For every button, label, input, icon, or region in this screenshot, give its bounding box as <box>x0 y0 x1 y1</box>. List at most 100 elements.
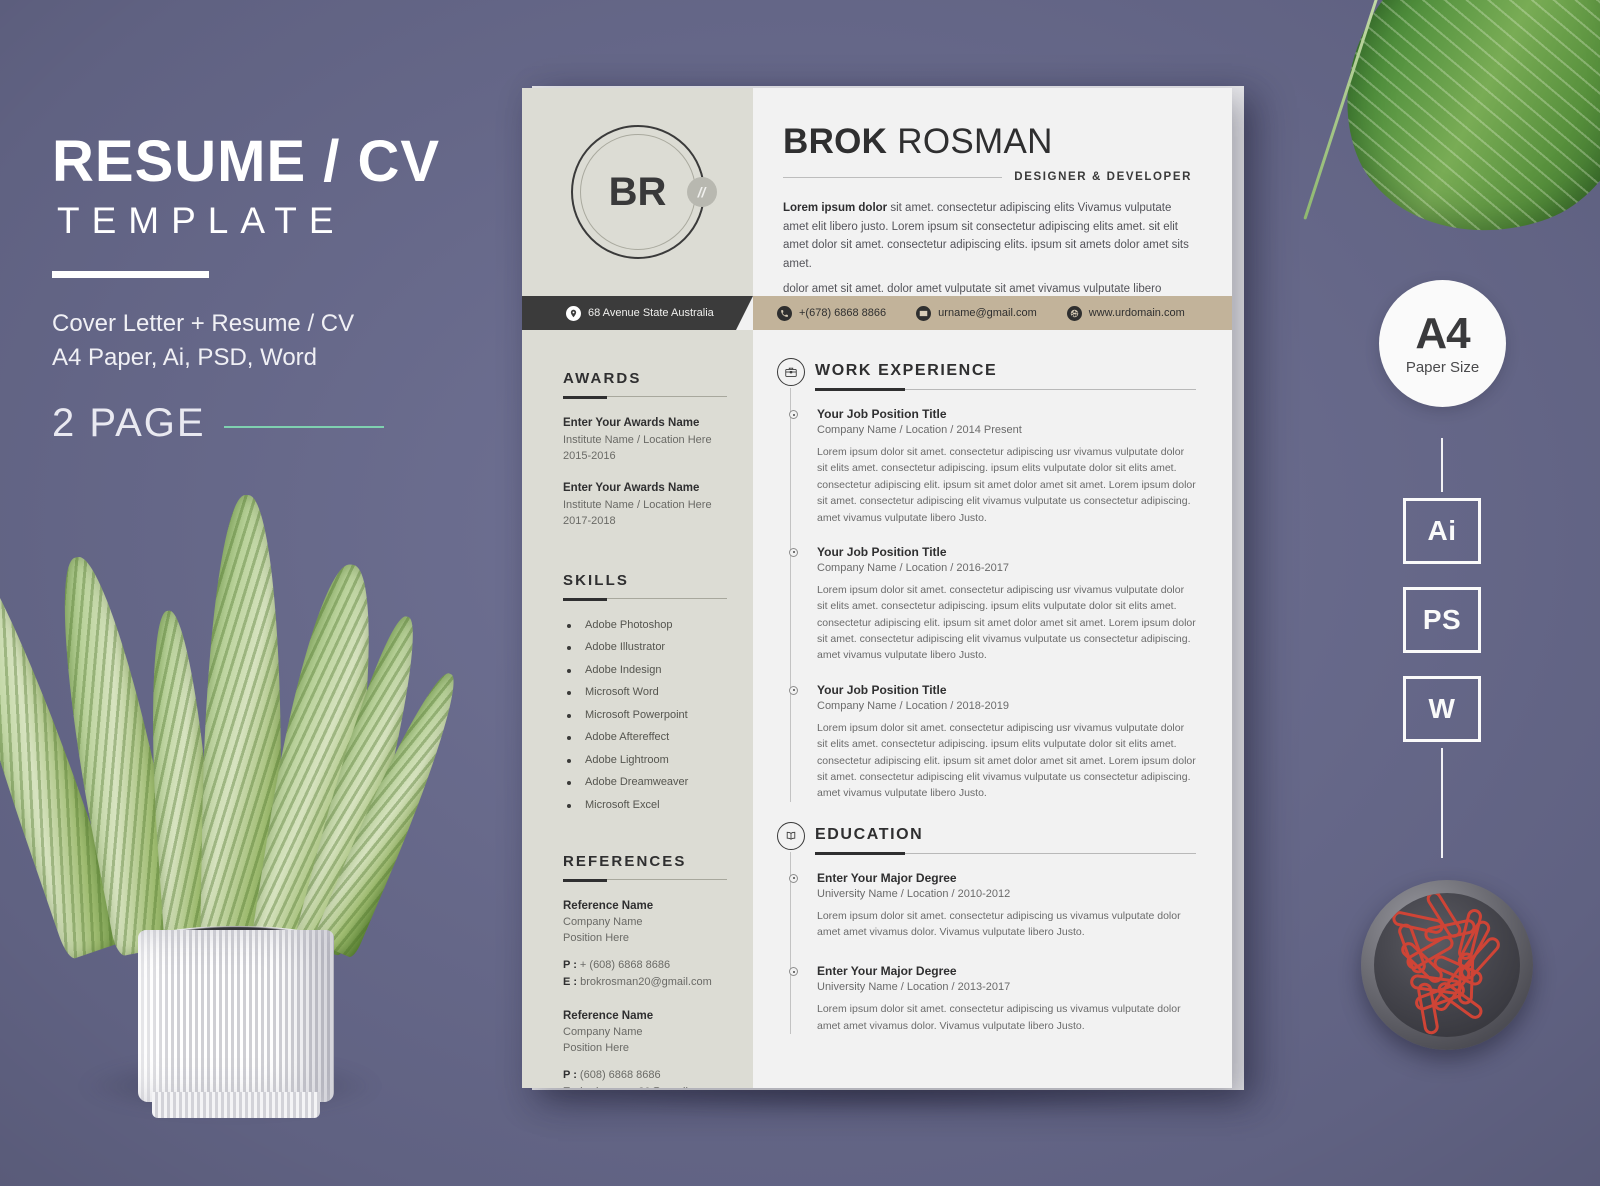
reference-position: Position Here <box>563 1042 630 1055</box>
reference-item: Reference Name Company Name Position Her… <box>563 1010 727 1088</box>
contact-email-item[interactable]: urname@gmail.com <box>916 305 1037 321</box>
candidate-last-name: ROSMAN <box>897 122 1053 161</box>
reference-phone: + (608) 6868 8686 <box>579 959 671 972</box>
resume-sidebar: AWARDS Enter Your Awards Name Institute … <box>522 330 753 1088</box>
role-row: DESIGNER & DEVELOPER <box>783 171 1192 183</box>
list-item: Adobe Photoshop <box>563 619 727 642</box>
contact-phone: +(678) 6868 8866 <box>799 307 887 319</box>
list-item: Adobe Illustrator <box>563 641 727 664</box>
references-heading: REFERENCES <box>563 853 687 871</box>
paperclip-bowl-image <box>1361 880 1533 1050</box>
reference-name: Reference Name <box>563 1010 654 1023</box>
work-entry-body: Lorem ipsum dolor sit amet. consectetur … <box>817 721 1196 800</box>
resume-body: AWARDS Enter Your Awards Name Institute … <box>522 330 1232 1088</box>
reference-company: Company Name <box>563 916 643 929</box>
reference-email-label: E : <box>563 975 578 988</box>
reference-email-label: E : <box>563 1086 577 1089</box>
reference-contact: P : (608) 6868 8686 E : brokrosman20@gma… <box>563 1067 727 1088</box>
work-heading-divider <box>815 388 1196 391</box>
timeline-dot-icon <box>789 967 798 977</box>
education-entry: Enter Your Major Degree University Name … <box>789 964 1196 1034</box>
work-entry: Your Job Position Title Company Name / L… <box>789 682 1196 802</box>
education-heading-row: EDUCATION <box>815 826 1196 844</box>
reference-contact: P : + (608) 6868 8686 E : brokrosman20@g… <box>563 957 727 990</box>
reference-company: Company Name <box>563 1026 643 1039</box>
work-entry-title: Your Job Position Title <box>817 544 947 559</box>
contact-website-item[interactable]: www.urdomain.com <box>1066 305 1185 321</box>
page-subtitle: TEMPLATE <box>57 200 346 242</box>
work-entry-meta: Company Name / Location / 2014 Present <box>817 424 1022 436</box>
skills-heading: SKILLS <box>563 571 629 589</box>
education-entry-meta: University Name / Location / 2013-2017 <box>817 981 1011 994</box>
education-entry-body: Lorem ipsum dolor sit amet. consectetur … <box>817 909 1181 938</box>
monogram: BR // <box>570 125 717 259</box>
work-entry-body: Lorem ipsum dolor sit amet. consectetur … <box>817 583 1196 662</box>
work-heading-row: WORK EXPERIENCE <box>815 362 1196 380</box>
reference-name: Reference Name <box>563 900 654 913</box>
award-institute: Institute Name / Location Here <box>563 498 712 511</box>
work-entry-meta: Company Name / Location / 2018-2019 <box>817 699 1010 712</box>
page-title: RESUME / CV <box>52 129 441 194</box>
contact-website: www.urdomain.com <box>1088 307 1185 319</box>
list-item: Adobe Dreamweaver <box>563 776 727 799</box>
education-heading: EDUCATION <box>815 825 924 843</box>
timeline-dot-icon <box>789 873 798 883</box>
work-entry-body: Lorem ipsum dolor sit amet. consectetur … <box>817 446 1196 524</box>
reference-phone-label: P : <box>563 1069 577 1081</box>
badge-connector-line-bottom <box>1441 748 1443 858</box>
list-item: Adobe Aftereffect <box>563 731 727 754</box>
work-entry: Your Job Position Title Company Name / L… <box>789 544 1196 664</box>
work-entry-title: Your Job Position Title <box>817 407 947 421</box>
skills-list: Adobe Photoshop Adobe Illustrator Adobe … <box>563 619 727 822</box>
contact-phone-item[interactable]: +(678) 6868 8866 <box>777 305 887 321</box>
reference-email: brokrosman20@gmail.com <box>580 975 712 988</box>
promo-description-line1: Cover Letter + Resume / CV <box>52 310 355 338</box>
summary-lead: Lorem ipsum dolor <box>783 202 888 214</box>
format-badge-word: W <box>1403 676 1481 742</box>
reference-phone: (608) 6868 8686 <box>579 1069 661 1081</box>
contact-address: 68 Avenue State Australia <box>588 307 714 319</box>
references-heading-divider <box>563 879 727 883</box>
list-item: Adobe Indesign <box>563 664 727 687</box>
list-item: Microsoft Powerpoint <box>563 709 727 732</box>
contact-address-block: 68 Avenue State Australia <box>522 296 753 330</box>
identity-panel: BROK ROSMAN DESIGNER & DEVELOPER Lorem i… <box>753 88 1232 313</box>
resume-header: BR // BROK ROSMAN DESIGNER & DEVELOPER L… <box>522 88 1232 313</box>
education-section: EDUCATION Enter Your Major Degree Univer… <box>777 821 1196 1035</box>
monogram-initials: BR <box>608 169 667 214</box>
list-item: Microsoft Excel <box>563 799 727 822</box>
resume-page-1: BR // BROK ROSMAN DESIGNER & DEVELOPER L… <box>522 88 1232 1088</box>
skills-heading-divider <box>563 597 727 601</box>
contact-bar: 68 Avenue State Australia +(678) 6868 88… <box>522 296 1232 330</box>
work-heading: WORK EXPERIENCE <box>815 362 998 379</box>
award-years: 2017-2018 <box>563 514 616 527</box>
briefcase-icon <box>777 358 805 386</box>
candidate-role: DESIGNER & DEVELOPER <box>1014 171 1192 183</box>
snake-plant-image <box>0 440 472 1120</box>
award-name: Enter Your Awards Name <box>563 481 700 494</box>
page-count-row: 2 PAGE <box>52 401 522 446</box>
format-badge-ai: Ai <box>1403 498 1481 564</box>
reference-position: Position Here <box>563 932 630 945</box>
work-entry-title: Your Job Position Title <box>817 682 947 697</box>
resume-document-stack: BR // BROK ROSMAN DESIGNER & DEVELOPER L… <box>522 86 1244 1090</box>
award-item: Enter Your Awards Name Institute Name / … <box>563 482 727 530</box>
reference-item: Reference Name Company Name Position Her… <box>563 900 727 990</box>
candidate-name: BROK ROSMAN <box>783 124 1192 159</box>
award-years: 2015-2016 <box>563 449 616 462</box>
promo-description: Cover Letter + Resume / CV A4 Paper, Ai,… <box>52 307 522 375</box>
reference-email: brokrosman20@gmail.com <box>580 1086 712 1089</box>
education-entry: Enter Your Major Degree University Name … <box>789 870 1196 941</box>
resume-main-column: WORK EXPERIENCE Your Job Position Title … <box>753 330 1232 1088</box>
award-item: Enter Your Awards Name Institute Name / … <box>563 417 727 465</box>
awards-heading-divider <box>563 396 727 399</box>
award-name: Enter Your Awards Name <box>563 417 700 429</box>
page-count-label: 2 PAGE <box>52 401 206 446</box>
award-institute: Institute Name / Location Here <box>563 434 712 446</box>
education-entry-title: Enter Your Major Degree <box>817 870 957 885</box>
badge-connector-line-top <box>1441 438 1443 492</box>
contact-details-block: +(678) 6868 8866 urname@gmail.com www.ur… <box>753 296 1232 330</box>
a4-badge-title: A4 <box>1415 308 1470 358</box>
education-entry-meta: University Name / Location / 2010-2012 <box>817 887 1011 900</box>
candidate-first-name: BROK <box>783 122 888 161</box>
